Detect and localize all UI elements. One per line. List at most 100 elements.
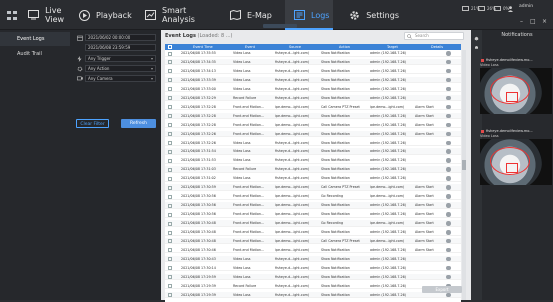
row-checkbox[interactable]	[168, 248, 172, 253]
details-icon[interactable]	[446, 158, 451, 163]
details-icon[interactable]	[446, 292, 451, 298]
row-checkbox[interactable]	[168, 158, 172, 163]
table-row[interactable]: 2021/06/08 17:32:26 Video Loss fisheye-d..…	[165, 140, 461, 146]
export-button[interactable]: Export	[422, 286, 462, 293]
row-checkbox[interactable]	[168, 257, 172, 262]
table-row[interactable]: 2021/06/08 17:34:13 Video Loss fisheye-d..…	[165, 68, 461, 75]
table-row[interactable]: 2021/06/08 17:33:00 Video Loss fisheye-d..…	[165, 86, 461, 93]
details-icon[interactable]	[446, 212, 451, 217]
row-checkbox[interactable]	[168, 51, 172, 56]
details-icon[interactable]	[446, 149, 451, 154]
table-row[interactable]: 2021/06/08 17:34:35 Video Loss fisheye-d..…	[165, 58, 461, 66]
table-row[interactable]: 2021/06/08 17:30:56 Front-end Motion... ip…	[165, 193, 461, 200]
table-row[interactable]: 2021/06/08 17:30:14 Video Loss fisheye-d..…	[165, 265, 461, 272]
row-checkbox[interactable]	[168, 185, 172, 190]
table-row[interactable]: 2021/06/08 17:32:28 Front-end Motion... ip…	[165, 104, 461, 111]
table-row[interactable]: 2021/06/08 17:29:39 Video Loss fisheye-d..…	[165, 291, 461, 299]
table-row[interactable]: 2021/06/08 17:33:39 Video Loss fisheye-d..…	[165, 76, 461, 84]
table-row[interactable]: 2021/06/08 17:29:39 Record Failure fisheye…	[165, 283, 461, 290]
scrollbar-thumb[interactable]	[462, 160, 466, 170]
details-icon[interactable]	[446, 194, 451, 199]
table-row[interactable]: 2021/06/08 17:32:28 Front-end Motion... ip…	[165, 122, 461, 129]
column-header[interactable]: Event Time	[193, 45, 213, 49]
fisheye-snapshot[interactable]	[480, 68, 552, 114]
maximize-icon[interactable]: □	[530, 18, 536, 25]
tab-settings[interactable]: Settings	[349, 0, 399, 30]
details-icon[interactable]	[446, 185, 451, 190]
column-header[interactable]: Event	[245, 45, 255, 49]
details-icon[interactable]	[446, 274, 451, 280]
details-icon[interactable]	[446, 256, 451, 262]
tab-playback[interactable]: Playback	[79, 0, 132, 30]
details-icon[interactable]	[446, 238, 451, 244]
column-header[interactable]: Target	[387, 45, 398, 49]
details-icon[interactable]	[446, 247, 451, 253]
user-icon[interactable]	[508, 4, 513, 13]
details-icon[interactable]	[446, 51, 451, 56]
notification-card[interactable]: fisheye.demolifeview.mo... Video Loss	[480, 57, 552, 114]
row-checkbox[interactable]	[168, 230, 172, 235]
app-grid-icon[interactable]	[7, 11, 17, 20]
details-icon[interactable]	[446, 68, 451, 74]
details-icon[interactable]	[446, 113, 451, 119]
details-icon[interactable]	[446, 95, 451, 101]
fisheye-snapshot[interactable]	[480, 139, 552, 185]
row-checkbox[interactable]	[168, 60, 172, 65]
row-checkbox[interactable]	[168, 266, 172, 271]
select-all-checkbox[interactable]	[168, 45, 172, 49]
details-icon[interactable]	[446, 140, 451, 145]
row-checkbox[interactable]	[168, 275, 172, 280]
row-checkbox[interactable]	[168, 167, 172, 172]
table-row[interactable]: 2021/06/08 17:32:26 Front-end Motion... ip…	[165, 130, 461, 138]
row-checkbox[interactable]	[168, 114, 172, 119]
details-icon[interactable]	[446, 59, 451, 65]
table-row[interactable]: 2021/06/08 17:31:03 Record Failure fisheye…	[165, 166, 461, 173]
refresh-button[interactable]: Refresh	[121, 119, 156, 128]
details-icon[interactable]	[446, 122, 451, 128]
notification-card[interactable]: fisheye.demolifeview.mo... Video Loss	[480, 128, 552, 185]
row-checkbox[interactable]	[168, 69, 172, 74]
row-checkbox[interactable]	[168, 96, 172, 101]
column-header[interactable]: Source	[289, 45, 301, 49]
sidebar-item-event-logs[interactable]: Event Logs	[0, 32, 70, 46]
table-row[interactable]: 2021/06/08 17:31:53 Video Loss fisheye-d..…	[165, 157, 461, 164]
row-checkbox[interactable]	[168, 212, 172, 217]
row-checkbox[interactable]	[168, 132, 172, 137]
row-checkbox[interactable]	[168, 141, 172, 145]
row-checkbox[interactable]	[168, 284, 172, 289]
row-checkbox[interactable]	[168, 149, 172, 154]
tab-overflow-handle[interactable]	[263, 24, 297, 28]
clear-filter-button[interactable]: Clear Filter	[76, 119, 109, 128]
search-input[interactable]: Search	[404, 32, 464, 40]
table-row[interactable]: 2021/06/08 17:31:54 Video Loss fisheye-d..…	[165, 148, 461, 155]
details-icon[interactable]	[446, 176, 451, 181]
row-checkbox[interactable]	[168, 123, 172, 128]
tab-smart-analysis[interactable]: Smart Analysis	[145, 0, 215, 30]
close-icon[interactable]: ×	[542, 18, 547, 25]
table-row[interactable]: 2021/06/08 17:29:59 Video Loss fisheye-d..…	[165, 273, 461, 281]
table-row[interactable]: 2021/06/08 17:30:46 Front-end Motion... ip…	[165, 247, 461, 254]
details-icon[interactable]	[446, 77, 451, 83]
table-row[interactable]: 2021/06/08 17:30:43 Video Loss fisheye-d..…	[165, 255, 461, 263]
table-row[interactable]: 2021/06/08 17:30:59 Front-end Motion... ip…	[165, 184, 461, 191]
details-icon[interactable]	[446, 167, 451, 172]
vertical-scrollbar[interactable]	[462, 50, 466, 300]
row-checkbox[interactable]	[168, 203, 172, 208]
row-checkbox[interactable]	[168, 194, 172, 199]
user-name[interactable]: admin	[519, 4, 533, 9]
bell-off-icon[interactable]	[474, 45, 479, 50]
details-icon[interactable]	[446, 131, 451, 137]
row-checkbox[interactable]	[168, 221, 172, 226]
details-icon[interactable]	[446, 86, 451, 92]
table-row[interactable]: 2021/06/08 17:30:48 Front-end Motion... ip…	[165, 237, 461, 245]
table-row[interactable]: 2021/06/08 17:32:29 Record Failure fisheye…	[165, 94, 461, 102]
table-row[interactable]: 2021/06/08 17:30:56 Front-end Motion... ip…	[165, 202, 461, 209]
details-icon[interactable]	[446, 265, 451, 271]
row-checkbox[interactable]	[168, 87, 172, 92]
action-select[interactable]: Any Action ▾	[85, 65, 156, 72]
table-row[interactable]: 2021/06/08 17:32:28 Front-end Motion... ip…	[165, 112, 461, 120]
row-checkbox[interactable]	[168, 105, 172, 110]
details-icon[interactable]	[446, 230, 451, 235]
end-time-input[interactable]: 2021/06/08 23:59:59	[85, 44, 156, 51]
tab-live-view[interactable]: Live View	[28, 0, 80, 30]
